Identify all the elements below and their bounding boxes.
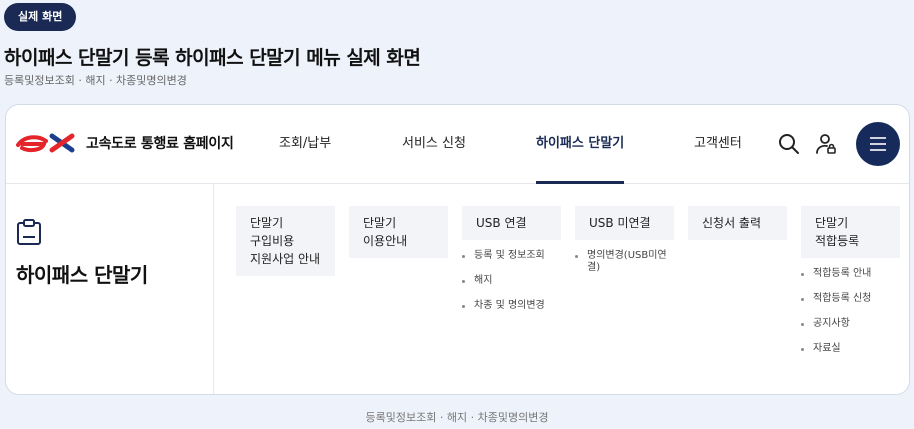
menu-sidebar: 하이패스 단말기: [6, 184, 214, 394]
menu-column-purchase-support: 단말기 구입비용 지원사업 안내: [236, 206, 335, 276]
menu-link-owner-change-no-usb[interactable]: 명의변경(USB미연결): [575, 250, 674, 274]
nav-item-inquiry-payment[interactable]: 조회/납부: [279, 105, 331, 184]
page-title: 하이패스 단말기 등록 하이패스 단말기 메뉴 실제 화면: [4, 47, 421, 69]
menu-head-usb-connected[interactable]: USB 연결: [462, 206, 561, 240]
clipboard-icon: [17, 219, 41, 245]
menu-column-usage-guide: 단말기 이용안내: [349, 206, 448, 258]
ex-logo-icon: [16, 133, 75, 153]
menu-link-compliance-guide[interactable]: 적합등록 안내: [801, 268, 900, 280]
menu-column-usb-not-connected: USB 미연결 명의변경(USB미연결): [575, 206, 674, 287]
footer-subtitle: 등록및정보조회 · 해지 · 차종및명의변경: [365, 411, 549, 424]
menu-link-compliance-request[interactable]: 적합등록 신청: [801, 293, 900, 305]
site-logo-text: 고속도로 통행료 홈페이지: [86, 136, 234, 152]
menu-link-vehicle-owner-change[interactable]: 차종 및 명의변경: [462, 300, 561, 312]
screenshot-frame: 고속도로 통행료 홈페이지 조회/납부 서비스 신청 하이패스 단말기 고객센터: [5, 104, 910, 395]
menu-head-usage-guide[interactable]: 단말기 이용안내: [349, 206, 448, 258]
menu-head-form-print[interactable]: 신청서 출력: [688, 206, 787, 240]
page-subtitle: 등록및정보조회 · 해지 · 차종및명의변경: [4, 74, 187, 87]
sidebar-title: 하이패스 단말기: [16, 263, 148, 287]
search-icon[interactable]: [777, 132, 801, 156]
user-lock-icon[interactable]: [814, 132, 838, 156]
nav-item-customer-center[interactable]: 고객센터: [694, 105, 742, 184]
site-logo[interactable]: 고속도로 통행료 홈페이지: [16, 132, 234, 154]
menu-link-notice[interactable]: 공지사항: [801, 318, 900, 330]
menu-head-compliance-registration[interactable]: 단말기 적합등록: [801, 206, 900, 258]
menu-column-form-print: 신청서 출력: [688, 206, 787, 240]
menu-head-purchase-support[interactable]: 단말기 구입비용 지원사업 안내: [236, 206, 335, 276]
site-header: 고속도로 통행료 홈페이지 조회/납부 서비스 신청 하이패스 단말기 고객센터: [6, 105, 909, 184]
menu-link-register-inquiry[interactable]: 등록 및 정보조회: [462, 250, 561, 262]
screen-badge: 실제 화면: [4, 3, 77, 31]
hamburger-menu-button[interactable]: [856, 122, 900, 166]
menu-column-usb-connected: USB 연결 등록 및 정보조회 해지 차종 및 명의변경: [462, 206, 561, 325]
nav-item-service-request[interactable]: 서비스 신청: [402, 105, 466, 184]
hamburger-menu-icon: [870, 137, 886, 151]
menu-link-resources[interactable]: 자료실: [801, 343, 900, 355]
menu-head-usb-not-connected[interactable]: USB 미연결: [575, 206, 674, 240]
nav-item-hipass-terminal[interactable]: 하이패스 단말기: [536, 105, 625, 184]
menu-column-compliance-registration: 단말기 적합등록 적합등록 안내 적합등록 신청 공지사항 자료실: [801, 206, 900, 368]
menu-link-terminate[interactable]: 해지: [462, 275, 561, 287]
